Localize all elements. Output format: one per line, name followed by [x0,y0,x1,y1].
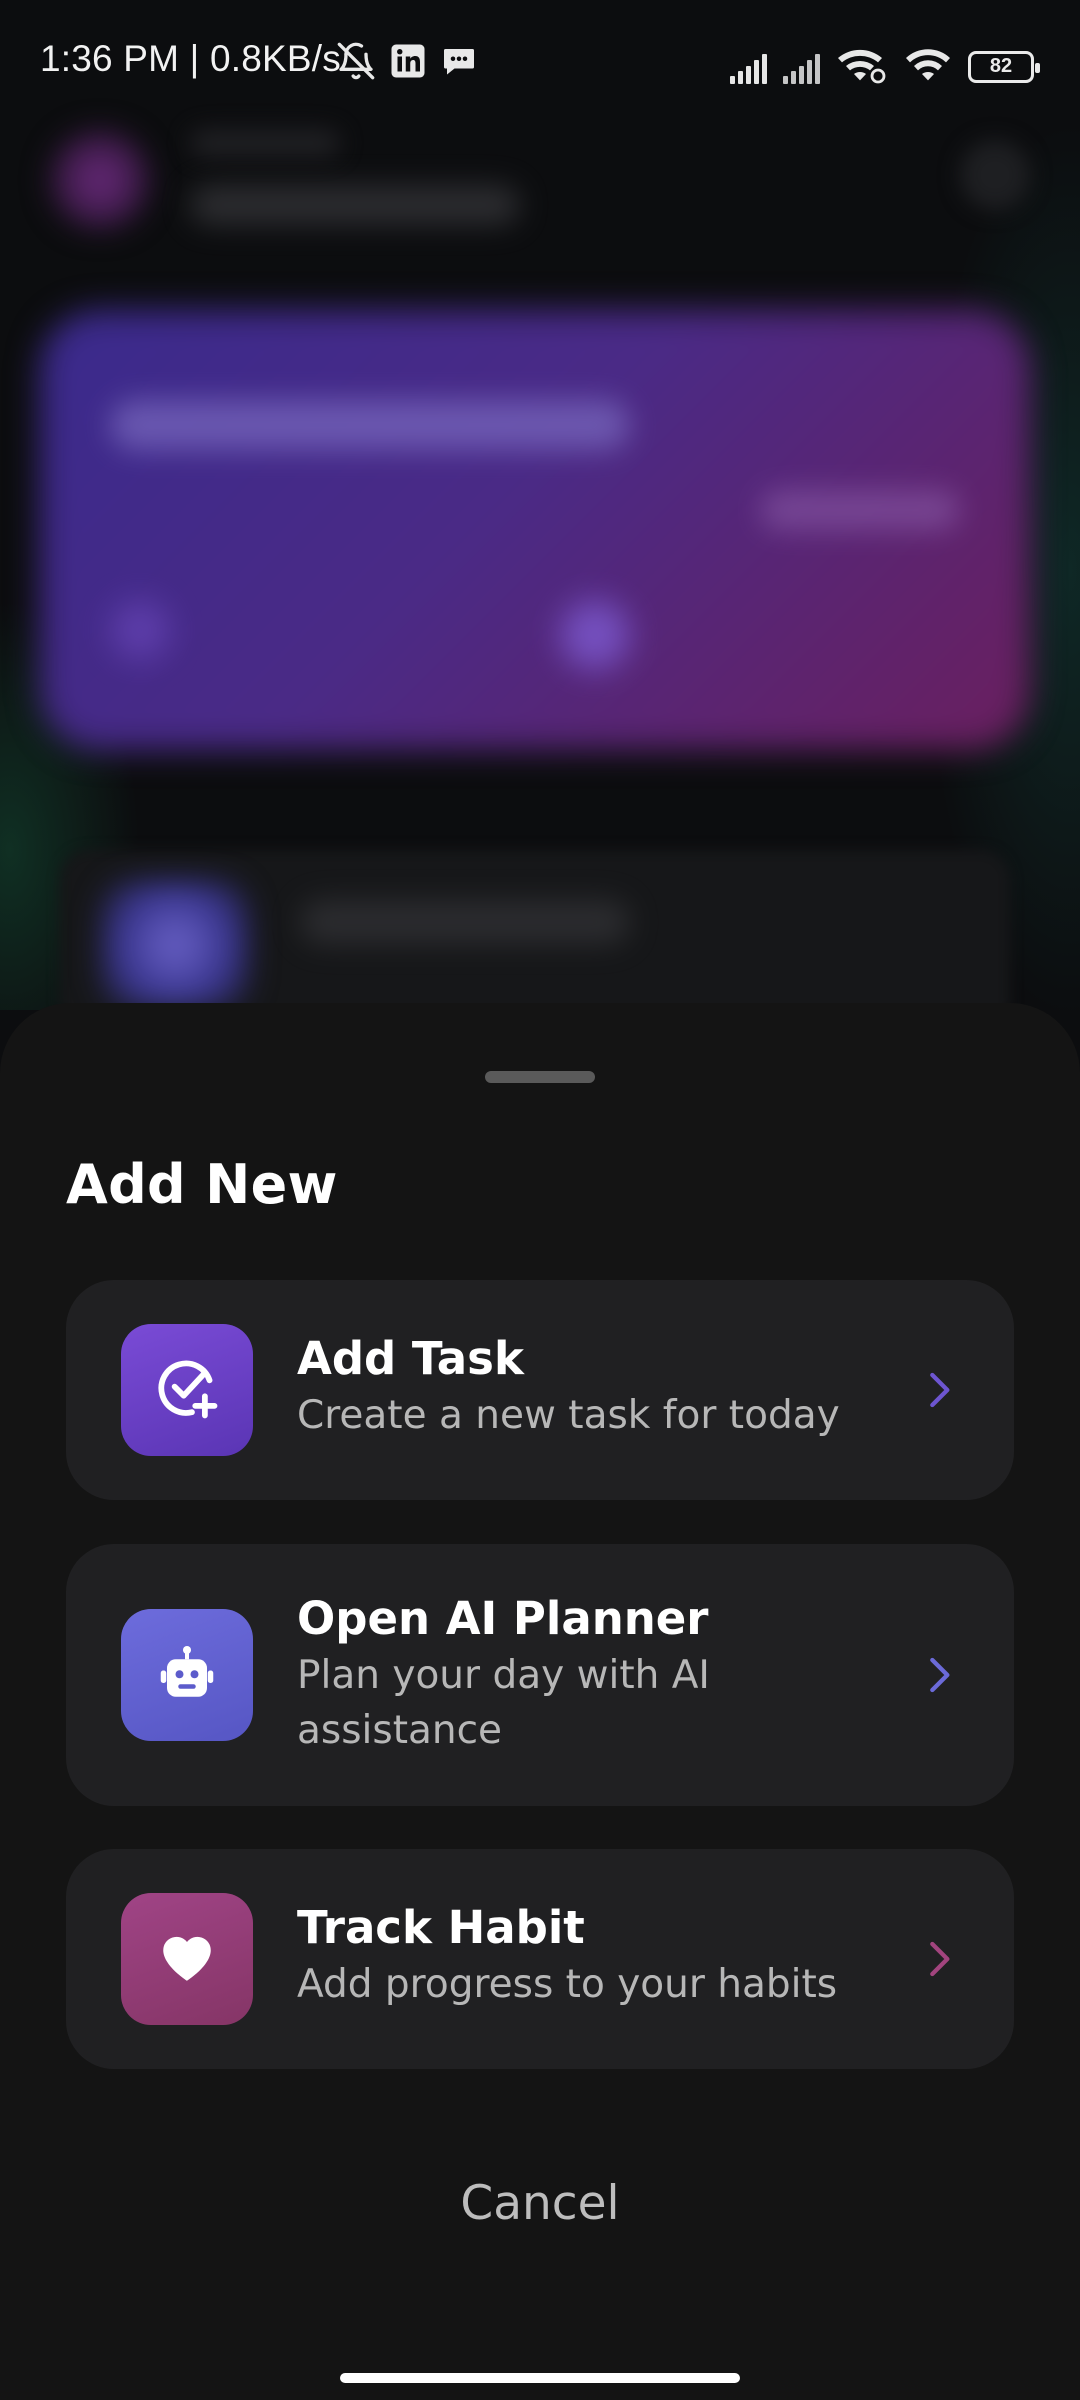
message-icon [440,43,478,84]
track-habit-option[interactable]: Track Habit Add progress to your habits [66,1849,1014,2069]
track-habit-text: Track Habit Add progress to your habits [297,1899,894,2012]
summary-card [40,310,1030,750]
robot-icon [157,1643,217,1708]
wifi-icon [904,44,952,89]
background-app-blurred [0,0,1080,1010]
wifi-link-icon [836,44,888,89]
user-name-placeholder [190,185,520,225]
ai-planner-icon-tile [121,1609,253,1741]
add-task-option[interactable]: Add Task Create a new task for today [66,1280,1014,1500]
track-habit-subtitle: Add progress to your habits [297,1962,838,2007]
notification-button [960,140,1030,210]
open-ai-planner-option[interactable]: Open AI Planner Plan your day with AI as… [66,1544,1014,1806]
ai-planner-title: Open AI Planner [297,1592,709,1645]
drag-handle[interactable] [485,1071,595,1083]
battery-level: 82 [989,55,1013,77]
ai-planner-subtitle: Plan your day with AI assistance [297,1653,710,1753]
signal-icon [783,50,820,84]
list-item-icon [100,880,250,1010]
status-notification-icons [336,40,478,87]
check-plus-icon [154,1355,220,1426]
ai-planner-text: Open AI Planner Plan your day with AI as… [297,1590,894,1758]
summary-card-text [110,400,630,450]
list-item-text [300,900,630,944]
home-indicator[interactable] [340,2373,740,2383]
add-task-text: Add Task Create a new task for today [297,1330,894,1443]
cancel-button[interactable]: Cancel [340,2153,740,2253]
heart-icon [157,1927,217,1992]
greeting-placeholder [190,130,340,156]
status-bar: 1:36 PM | 0.8KB/s 82 [0,0,1080,124]
add-task-icon-tile [121,1324,253,1456]
linkedin-icon [390,43,426,84]
add-task-subtitle: Create a new task for today [297,1393,840,1438]
bell-off-icon [336,40,376,87]
summary-card-icon [560,600,630,670]
track-habit-title: Track Habit [297,1901,585,1954]
add-task-title: Add Task [297,1332,524,1385]
battery-icon: 82 [968,50,1040,83]
chevron-right-icon [919,1655,959,1695]
chevron-right-icon [919,1370,959,1410]
status-time: 1:36 PM | 0.8KB/s [40,38,341,79]
summary-card-text [760,490,960,530]
add-new-bottom-sheet: Add New Add Task Create a new task for t… [0,1003,1080,2400]
chevron-right-icon [919,1939,959,1979]
summary-card-icon [110,600,170,660]
status-system-icons: 82 [730,44,1040,89]
sheet-title: Add New [66,1153,338,1216]
avatar [50,130,150,230]
signal-icon [730,50,767,84]
screen: 1:36 PM | 0.8KB/s 82 Add New Add Task Cr… [0,0,1080,2400]
track-habit-icon-tile [121,1893,253,2025]
